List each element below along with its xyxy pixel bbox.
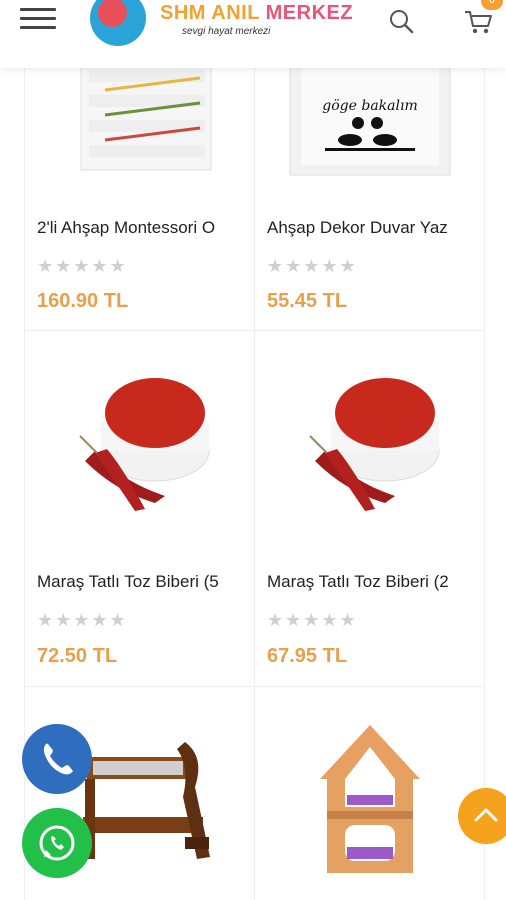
menu-icon[interactable] xyxy=(20,8,56,30)
product-name[interactable]: Maraş Tatlı Toz Biberi (2 xyxy=(267,572,472,592)
product-price: 160.90 TL xyxy=(37,290,129,312)
logo-subtitle: sevgi hayat merkezi xyxy=(182,26,271,37)
rating-stars: ★★★★★ xyxy=(37,256,128,276)
phone-icon xyxy=(43,743,73,775)
logo-title: SHM ANIL MERKEZ xyxy=(160,2,353,25)
whatsapp-icon xyxy=(39,825,75,861)
rating-stars: ★★★★★ xyxy=(267,610,358,630)
chevron-up-icon xyxy=(474,808,498,822)
product-image-cat-house[interactable] xyxy=(255,687,484,900)
rating-stars: ★★★★★ xyxy=(37,610,128,630)
cart-count-badge: 0 xyxy=(481,0,503,10)
product-card[interactable]: Maraş Tatlı Toz Biberi (2 ★★★★★ 67.95 TL xyxy=(254,331,485,687)
cart-icon[interactable] xyxy=(463,8,493,36)
search-icon[interactable] xyxy=(388,8,414,34)
product-image-pepper-powder[interactable] xyxy=(25,341,254,561)
product-name[interactable]: Maraş Tatlı Toz Biberi (5 xyxy=(37,572,242,592)
product-card[interactable] xyxy=(254,687,485,900)
product-image-pepper-powder[interactable] xyxy=(255,341,484,561)
product-card[interactable]: Maraş Tatlı Toz Biberi (5 ★★★★★ 72.50 TL xyxy=(24,331,255,687)
wall-sign-text: göge bakalım xyxy=(322,98,417,114)
site-logo[interactable]: SHM ANIL MERKEZ sevgi hayat merkezi xyxy=(90,0,353,56)
product-name[interactable]: 2'li Ahşap Montessori O xyxy=(37,218,242,238)
product-price: 55.45 TL xyxy=(267,290,348,312)
logo-globe-icon xyxy=(90,0,146,46)
scroll-to-top-button[interactable] xyxy=(458,788,506,844)
product-price: 67.95 TL xyxy=(267,645,348,667)
logo-title-part1: SHM ANIL xyxy=(160,2,260,24)
call-button[interactable] xyxy=(22,724,92,794)
whatsapp-button[interactable] xyxy=(22,808,92,878)
product-name[interactable]: Ahşap Dekor Duvar Yaz xyxy=(267,218,472,238)
site-header: SHM ANIL MERKEZ sevgi hayat merkezi 0 xyxy=(0,0,506,68)
logo-title-part2: MERKEZ xyxy=(265,2,354,24)
rating-stars: ★★★★★ xyxy=(267,256,358,276)
product-price: 72.50 TL xyxy=(37,645,118,667)
